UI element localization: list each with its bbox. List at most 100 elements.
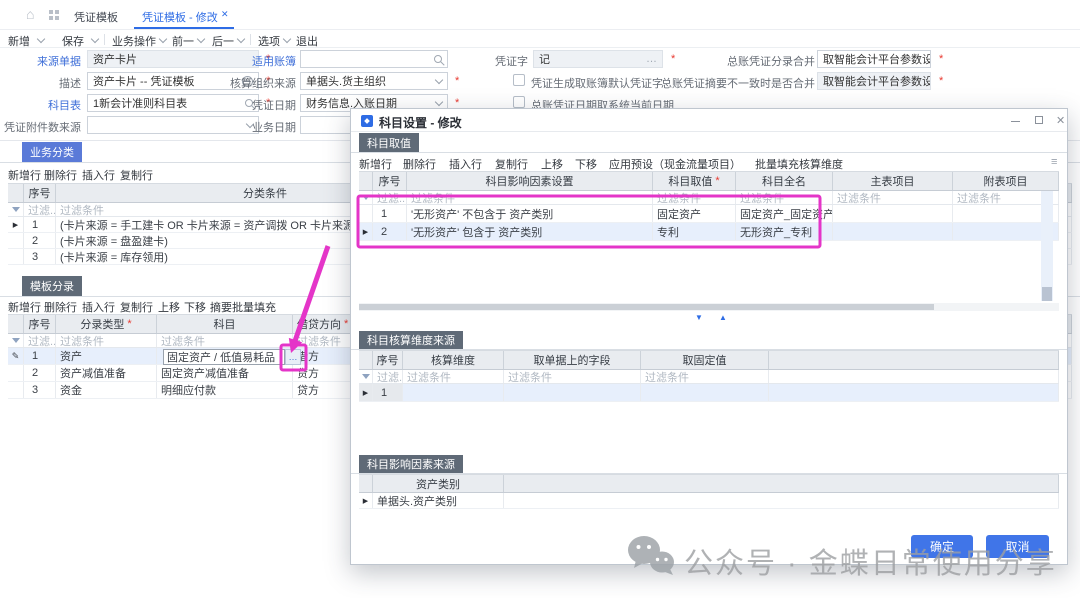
row-marker-icon: ▶ [359,493,373,508]
row-marker-icon: ▶ [359,384,373,401]
te-insert-row-button[interactable]: 插入行 [82,299,115,315]
apply-book-field[interactable] [300,50,448,68]
chevron-down-icon [435,75,443,83]
dim-row-1[interactable]: ▶ 1 [359,384,1059,402]
te-batch-fill-button[interactable]: 摘要批量填充 [210,299,276,315]
maximize-icon[interactable] [1035,116,1043,124]
save-button[interactable]: 保存 [62,33,84,49]
vt-col-no[interactable]: 序号 [373,172,407,190]
menu-icon[interactable]: ≡ [1051,156,1057,168]
account-settings-dialog: 科目设置 - 修改 ✕ 科目取值 新增行 删除行 插入行 复制行 上移 下移 应… [350,108,1068,565]
attachment-source-label: 凭证附件数来源 [0,119,81,135]
dim-col-field[interactable]: 取单据上的字段 [504,351,641,369]
bc-insert-row-button[interactable]: 插入行 [82,167,115,183]
merge-entry-select[interactable]: 取智能会计平台参数设置 [817,50,931,68]
required-marker: * [939,53,943,65]
divider [104,34,105,45]
tab-account-value[interactable]: 科目取值 [359,133,419,152]
dlg-insert-row-button[interactable]: 插入行 [449,156,482,172]
collapse-up-icon[interactable]: ▲ [719,313,727,322]
options-button[interactable]: 选项 [258,33,280,49]
row-marker-icon: ▶ [359,223,373,240]
vt-vscrollbar[interactable] [1041,191,1053,301]
dim-col-no[interactable]: 序号 [373,351,403,369]
merge-summary-select[interactable]: 取智能会计平台参数设置 [817,72,931,90]
vt-col-factor[interactable]: 科目影响因素设置 [407,172,653,190]
description-label: 描述 [0,75,81,91]
tab-voucher-template[interactable]: 凭证模板 [74,9,118,25]
te-move-up-button[interactable]: 上移 [158,299,180,315]
apply-book-label[interactable]: 适用账簿 [160,53,296,69]
merge-entry-label: 总账凭证分录合并 [560,53,815,69]
filter-icon[interactable] [8,203,24,216]
account-lookup-button[interactable]: … [285,349,301,365]
close-icon[interactable]: ✕ [1056,114,1065,127]
next-button[interactable]: 后一 [212,33,234,49]
new-button[interactable]: 新增 [8,33,30,49]
dlg-move-down-button[interactable]: 下移 [575,156,597,172]
app-window: ⌂ 凭证模板 凭证模板 - 修改 ✕ 新增 保存 业务操作 前一 后一 选项 退… [0,0,1080,598]
account-editor-input[interactable]: 固定资产 / 低值易耗品 [163,349,285,365]
chevron-down-icon [435,97,443,105]
dlg-add-row-button[interactable]: 新增行 [359,156,392,172]
te-move-down-button[interactable]: 下移 [184,299,206,315]
bc-add-row-button[interactable]: 新增行 [8,167,41,183]
tab-close-icon[interactable]: ✕ [221,9,229,20]
filter-icon[interactable] [359,191,373,204]
vt-row-2[interactable]: ▶ 2 '无形资产' 包含于 资产类别 专利 无形资产_专利 [359,223,1059,241]
bc-gutter [8,184,24,202]
org-source-select[interactable]: 单据头.货主组织 [300,72,448,90]
tab-template-entries[interactable]: 模板分录 [22,276,82,296]
bc-del-row-button[interactable]: 删除行 [44,167,77,183]
vt-filter-row[interactable]: 过滤... 过滤条件 过滤条件 过滤条件 过滤条件 过滤条件 [359,191,1059,205]
tab-business-class[interactable]: 业务分类 [22,142,82,162]
filter-icon[interactable] [8,334,24,347]
tab-factor-source[interactable]: 科目影响因素来源 [359,455,463,473]
dim-filter-row[interactable]: 过滤... 过滤条件 过滤条件 过滤条件 [359,370,1059,384]
te-copy-row-button[interactable]: 复制行 [120,299,153,315]
account-table-label[interactable]: 科目表 [0,97,81,113]
business-op-button[interactable]: 业务操作 [112,33,156,49]
te-col-account[interactable]: 科目 [157,315,293,333]
vt-col-attach[interactable]: 附表项目 [953,172,1059,190]
divider [250,34,251,45]
dlg-move-up-button[interactable]: 上移 [541,156,563,172]
factor-header-row: 资产类别 [359,474,1059,493]
vt-header-row: 序号 科目影响因素设置 科目取值* 科目全名 主表项目 附表项目 [359,171,1059,191]
te-col-type[interactable]: 分录类型* [56,315,157,333]
te-col-no[interactable]: 序号 [24,315,56,333]
source-bill-label[interactable]: 来源单据 [0,53,81,69]
filter-icon[interactable] [359,370,373,383]
default-word-checkbox[interactable] [513,74,525,86]
dim-col-dim[interactable]: 核算维度 [403,351,504,369]
exit-button[interactable]: 退出 [296,33,318,49]
dim-header-row: 序号 核算维度 取单据上的字段 取固定值 [359,350,1059,370]
minimize-icon[interactable] [1011,114,1021,124]
factor-row-1[interactable]: ▶ 单据头.资产类别 [359,493,1059,509]
bc-copy-row-button[interactable]: 复制行 [120,167,153,183]
te-del-row-button[interactable]: 删除行 [44,299,77,315]
dim-col-fixed[interactable]: 取固定值 [641,351,769,369]
dlg-del-row-button[interactable]: 删除行 [403,156,436,172]
vt-col-value[interactable]: 科目取值* [653,172,736,190]
dlg-batch-fill-dim-button[interactable]: 批量填充核算维度 [755,156,843,172]
dlg-apply-preset-button[interactable]: 应用预设（现金流量项目） [609,156,741,172]
dlg-copy-row-button[interactable]: 复制行 [495,156,528,172]
tab-dim-source[interactable]: 科目核算维度来源 [359,331,463,349]
tab-voucher-template-edit[interactable]: 凭证模板 - 修改 [142,9,218,25]
collapse-down-icon[interactable]: ▼ [695,313,703,322]
home-icon[interactable]: ⌂ [26,6,34,22]
voucher-date-label: 凭证日期 [160,97,296,113]
vt-col-main[interactable]: 主表项目 [833,172,953,190]
factor-col-category[interactable]: 资产类别 [373,475,504,492]
bc-col-no[interactable]: 序号 [24,184,56,202]
sys-date-checkbox[interactable] [513,96,525,108]
vt-hscrollbar[interactable] [359,303,1059,311]
vt-col-fullname[interactable]: 科目全名 [736,172,833,190]
te-add-row-button[interactable]: 新增行 [8,299,41,315]
grid-menu-icon[interactable] [49,10,53,14]
vt-row-1[interactable]: 1 '无形资产' 不包含于 资产类别 固定资产 固定资产_固定资产 [359,205,1059,223]
prev-button[interactable]: 前一 [172,33,194,49]
dialog-app-icon [361,115,373,127]
wechat-icon [626,534,678,580]
